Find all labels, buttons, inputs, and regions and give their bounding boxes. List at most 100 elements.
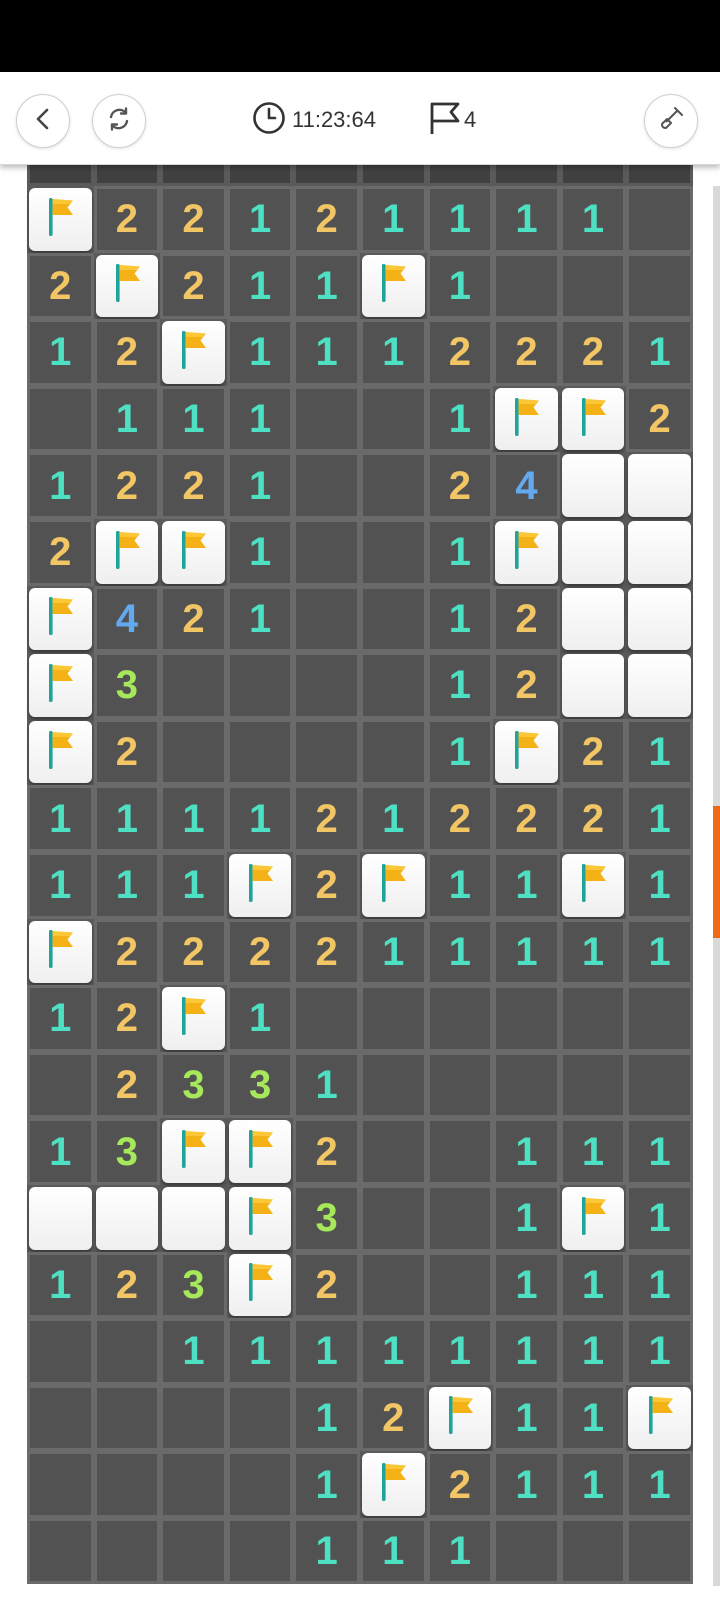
- cell-number-text: 2: [382, 1395, 405, 1440]
- cell-flagged[interactable]: [361, 254, 425, 318]
- cell-number: 1: [493, 1118, 560, 1185]
- cell-flagged[interactable]: [95, 254, 159, 318]
- cell-covered[interactable]: [561, 587, 625, 651]
- cell-number-text: 2: [182, 463, 205, 508]
- cell-covered[interactable]: [628, 520, 691, 584]
- cell-number-text: 1: [581, 929, 605, 974]
- cell-flagged[interactable]: [162, 321, 225, 384]
- cell-empty: [359, 1251, 427, 1319]
- cell-number-text: 1: [448, 197, 471, 242]
- cell-number-text: 1: [49, 1129, 72, 1174]
- cell-empty: [293, 985, 360, 1052]
- cell-number: 2: [626, 385, 693, 453]
- cell-covered[interactable]: [628, 654, 691, 717]
- cell-number: 1: [293, 1451, 360, 1518]
- cell-covered[interactable]: [561, 454, 625, 517]
- cell-number-text: 1: [382, 1329, 405, 1374]
- cell-flagged[interactable]: [29, 920, 92, 984]
- flag-icon: [107, 259, 147, 312]
- cell-flagged[interactable]: [495, 720, 558, 784]
- cell-flagged[interactable]: [561, 387, 625, 451]
- cell-number: 2: [93, 918, 161, 986]
- cell-number: 2: [93, 319, 161, 386]
- cell-number-text: 1: [248, 996, 272, 1041]
- cell-flagged[interactable]: [162, 1120, 225, 1183]
- cell-covered[interactable]: [628, 587, 691, 651]
- cell-empty: [426, 1184, 494, 1252]
- cell-covered[interactable]: [95, 1186, 159, 1250]
- cell-empty: [626, 1517, 693, 1585]
- cell-number: 2: [493, 585, 560, 653]
- cell-number: 1: [493, 1451, 560, 1518]
- cell-flagged[interactable]: [495, 520, 558, 584]
- cell-number-text: 2: [115, 197, 139, 242]
- cell-empty: [559, 1051, 627, 1119]
- cell-flagged[interactable]: [228, 1253, 292, 1317]
- cell-flagged[interactable]: [228, 853, 292, 917]
- cell-flagged[interactable]: [428, 1386, 492, 1450]
- cell-number-text: 1: [515, 1262, 538, 1307]
- cell-flagged[interactable]: [495, 387, 558, 451]
- refresh-icon: [105, 105, 133, 138]
- cell-number-text: 2: [115, 929, 139, 974]
- cell-number-text: 1: [648, 863, 671, 908]
- cell-number-text: 1: [315, 263, 338, 308]
- cell-number-text: 1: [448, 663, 471, 708]
- cell-number-text: 1: [448, 1529, 471, 1574]
- cell-number: 1: [359, 785, 427, 852]
- cell-flagged[interactable]: [29, 188, 92, 251]
- cell-empty: [359, 1118, 427, 1185]
- back-button[interactable]: [16, 94, 70, 148]
- cell-empty: [359, 1051, 427, 1119]
- cell-covered[interactable]: [162, 1186, 225, 1250]
- cell-number-text: 2: [115, 463, 139, 508]
- cell-number: 1: [93, 385, 161, 453]
- cell-empty: [226, 652, 294, 719]
- cell-covered[interactable]: [29, 1186, 92, 1250]
- cell-number-text: 1: [315, 1462, 338, 1507]
- cell-flagged[interactable]: [162, 987, 225, 1050]
- restart-button[interactable]: [92, 94, 146, 148]
- cell-flagged[interactable]: [29, 720, 92, 784]
- cell-number-text: 3: [115, 1129, 139, 1174]
- cell-number: 1: [626, 718, 693, 786]
- cell-number: 1: [626, 918, 693, 986]
- scrollbar-thumb[interactable]: [713, 806, 720, 938]
- cell-flagged[interactable]: [361, 1453, 425, 1516]
- cell-number: 2: [160, 452, 227, 519]
- cell-flagged[interactable]: [95, 520, 159, 584]
- cell-flagged[interactable]: [561, 853, 625, 917]
- cell-number-text: 1: [182, 863, 205, 908]
- cell-empty: [359, 1184, 427, 1252]
- cell-empty: [93, 1384, 161, 1452]
- cell-flagged[interactable]: [361, 853, 425, 917]
- cell-empty: [27, 1517, 94, 1585]
- cell-number: 1: [359, 1517, 427, 1585]
- cell-number-text: 1: [248, 397, 272, 442]
- cell-number-text: 1: [515, 1129, 538, 1174]
- cell-flagged[interactable]: [561, 1186, 625, 1250]
- cell-flagged[interactable]: [228, 1186, 292, 1250]
- cell-flagged[interactable]: [29, 654, 92, 717]
- cell-flagged[interactable]: [628, 1386, 691, 1450]
- cell-flagged[interactable]: [29, 587, 92, 651]
- cell-number: 2: [359, 1384, 427, 1452]
- cell-number: 2: [160, 186, 227, 253]
- cell-number: 1: [493, 186, 560, 253]
- cell-flagged[interactable]: [228, 1120, 292, 1183]
- cell-number-text: 1: [648, 1196, 671, 1241]
- cell-number-text: 1: [448, 863, 471, 908]
- cell-flagged[interactable]: [162, 520, 225, 584]
- cell-number-text: 3: [182, 1063, 205, 1108]
- cell-covered[interactable]: [561, 654, 625, 717]
- cell-number: 4: [93, 585, 161, 653]
- cell-number-text: 1: [182, 796, 205, 841]
- tool-button[interactable]: [644, 94, 698, 148]
- cell-covered[interactable]: [561, 520, 625, 584]
- cell-covered[interactable]: [628, 454, 691, 517]
- cell-number: 1: [226, 186, 294, 253]
- cell-number-text: 2: [115, 1063, 139, 1108]
- cell-number: 1: [559, 1451, 627, 1518]
- cell-empty: [626, 985, 693, 1052]
- cell-number-text: 2: [581, 796, 605, 841]
